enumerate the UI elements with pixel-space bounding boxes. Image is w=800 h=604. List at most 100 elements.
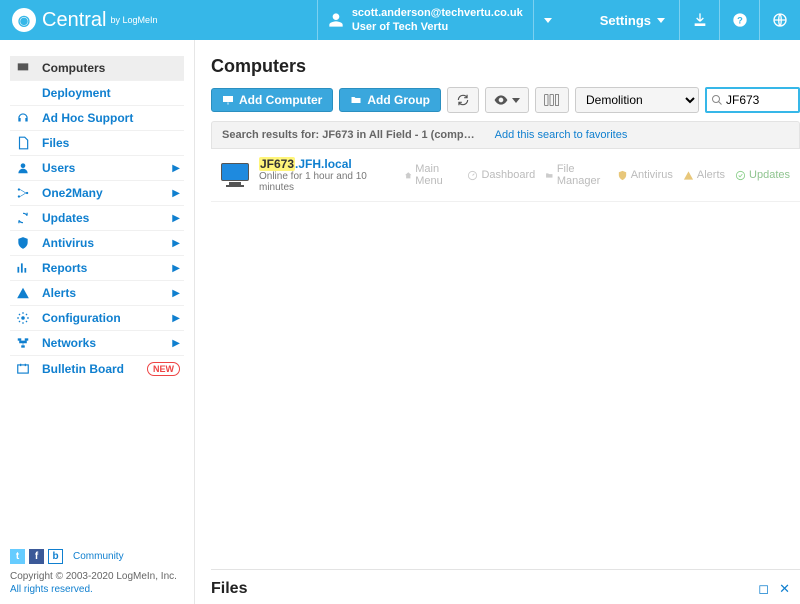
nav-list: Computers Deployment Ad Hoc Support File… [0,56,194,381]
nav-label: Ad Hoc Support [42,111,180,125]
hostname[interactable]: JF673.JFH.local [259,157,394,171]
nav-label: Updates [42,211,172,225]
search-box[interactable] [705,87,800,113]
eye-icon [494,95,508,105]
columns-icon [544,94,560,106]
action-label: Updates [749,169,790,181]
main-content: Computers Add Computer Add Group Demoli [195,40,800,604]
user-menu[interactable]: scott.anderson@techvertu.co.uk User of T… [317,0,534,40]
refresh-icon [456,93,470,107]
computer-info: JF673.JFH.local Online for 1 hour and 10… [259,157,394,193]
nav-label: Computers [42,61,180,75]
sidebar-item-deployment[interactable]: Deployment [10,81,184,106]
action-antivirus[interactable]: Antivirus [617,169,673,181]
computer-row[interactable]: JF673.JFH.local Online for 1 hour and 10… [211,149,800,202]
search-icon [711,94,723,106]
monitor-icon [14,61,32,75]
shield-icon [14,236,32,250]
chevron-right-icon: ▶ [172,313,180,324]
blog-icon[interactable]: b [48,549,63,564]
nav-label: Files [42,136,180,150]
chevron-down-icon [512,98,520,103]
sidebar-footer: t f b Community Copyright © 2003-2020 Lo… [0,541,194,604]
user-menu-caret[interactable] [534,0,562,40]
status-text: Online for 1 hour and 10 minutes [259,171,394,193]
computer-icon [221,163,249,187]
networks-icon [14,336,32,350]
refresh-button[interactable] [447,87,479,113]
search-input[interactable] [726,93,786,107]
download-icon [14,86,32,100]
page-title: Computers [211,56,800,77]
user-role: User of Tech Vertu [352,20,523,34]
columns-button[interactable] [535,87,569,113]
sidebar-item-files[interactable]: Files [10,131,184,156]
sidebar-item-adhoc[interactable]: Ad Hoc Support [10,106,184,131]
action-label: Dashboard [481,169,535,181]
twitter-icon[interactable]: t [10,549,25,564]
sidebar-item-updates[interactable]: Updates ▶ [10,206,184,231]
action-dashboard[interactable]: Dashboard [467,169,535,181]
action-updates[interactable]: Updates [735,169,790,181]
view-button[interactable] [485,87,529,113]
social-links: t f b Community [10,549,184,564]
sidebar-item-alerts[interactable]: Alerts ▶ [10,281,184,306]
nav-label: Configuration [42,311,172,325]
file-icon [14,136,32,150]
user-icon [14,161,32,175]
close-icon[interactable]: ✕ [779,581,790,597]
files-panel-title: Files [211,580,748,598]
action-label: Antivirus [631,169,673,181]
community-link[interactable]: Community [73,551,124,562]
action-file-manager[interactable]: File Manager [545,163,606,187]
nav-label: Alerts [42,286,172,300]
topbar: ◉ Central by LogMeIn scott.anderson@tech… [0,0,800,40]
action-main-menu[interactable]: Main Menu [404,163,458,187]
svg-text:?: ? [737,15,743,25]
settings-menu[interactable]: Settings [562,0,680,40]
hostname-highlight: JF673 [259,157,295,171]
add-group-button[interactable]: Add Group [339,88,441,112]
chevron-down-icon [544,18,552,23]
alert-icon [14,286,32,300]
refresh-icon [14,211,32,225]
nav-label: Reports [42,261,172,275]
new-badge: NEW [147,362,180,376]
sidebar-item-one2many[interactable]: One2Many ▶ [10,181,184,206]
add-computer-button[interactable]: Add Computer [211,88,333,112]
logo[interactable]: ◉ Central by LogMeIn [0,0,170,40]
button-label: Add Computer [239,93,322,107]
toolbar: Add Computer Add Group Demolition [211,87,800,113]
sidebar-item-reports[interactable]: Reports ▶ [10,256,184,281]
nav-label: One2Many [42,186,172,200]
maximize-icon[interactable]: ◻ [758,581,769,597]
nav-label: Networks [42,336,172,350]
user-email: scott.anderson@techvertu.co.uk [352,6,523,20]
sidebar-item-antivirus[interactable]: Antivirus ▶ [10,231,184,256]
help-icon: ? [732,12,748,28]
copyright: Copyright © 2003-2020 LogMeIn, Inc. All … [10,570,184,596]
action-alerts[interactable]: Alerts [683,169,725,181]
sidebar-item-networks[interactable]: Networks ▶ [10,331,184,356]
gear-icon [576,12,592,28]
board-icon [14,362,32,376]
sidebar-item-computers[interactable]: Computers [10,56,184,81]
globe-button[interactable] [760,0,800,40]
nav-label: Antivirus [42,236,172,250]
favorite-search-link[interactable]: Add this search to favorites [495,129,628,141]
results-text: Search results for: JF673 in All Field -… [222,129,475,141]
sidebar-item-users[interactable]: Users ▶ [10,156,184,181]
headset-icon [14,111,32,125]
sidebar-item-configuration[interactable]: Configuration ▶ [10,306,184,331]
rights-link[interactable]: All rights reserved. [10,584,93,595]
logo-icon: ◉ [12,8,36,32]
chevron-right-icon: ▶ [172,163,180,174]
download-button[interactable] [680,0,720,40]
row-actions: Main Menu Dashboard File Manager Antivir… [404,163,790,187]
action-label: File Manager [557,163,607,187]
group-select[interactable]: Demolition [575,87,699,113]
facebook-icon[interactable]: f [29,549,44,564]
sidebar-item-bulletin[interactable]: Bulletin Board NEW [10,356,184,381]
files-panel-header: Files ◻ ✕ [211,569,800,604]
help-button[interactable]: ? [720,0,760,40]
